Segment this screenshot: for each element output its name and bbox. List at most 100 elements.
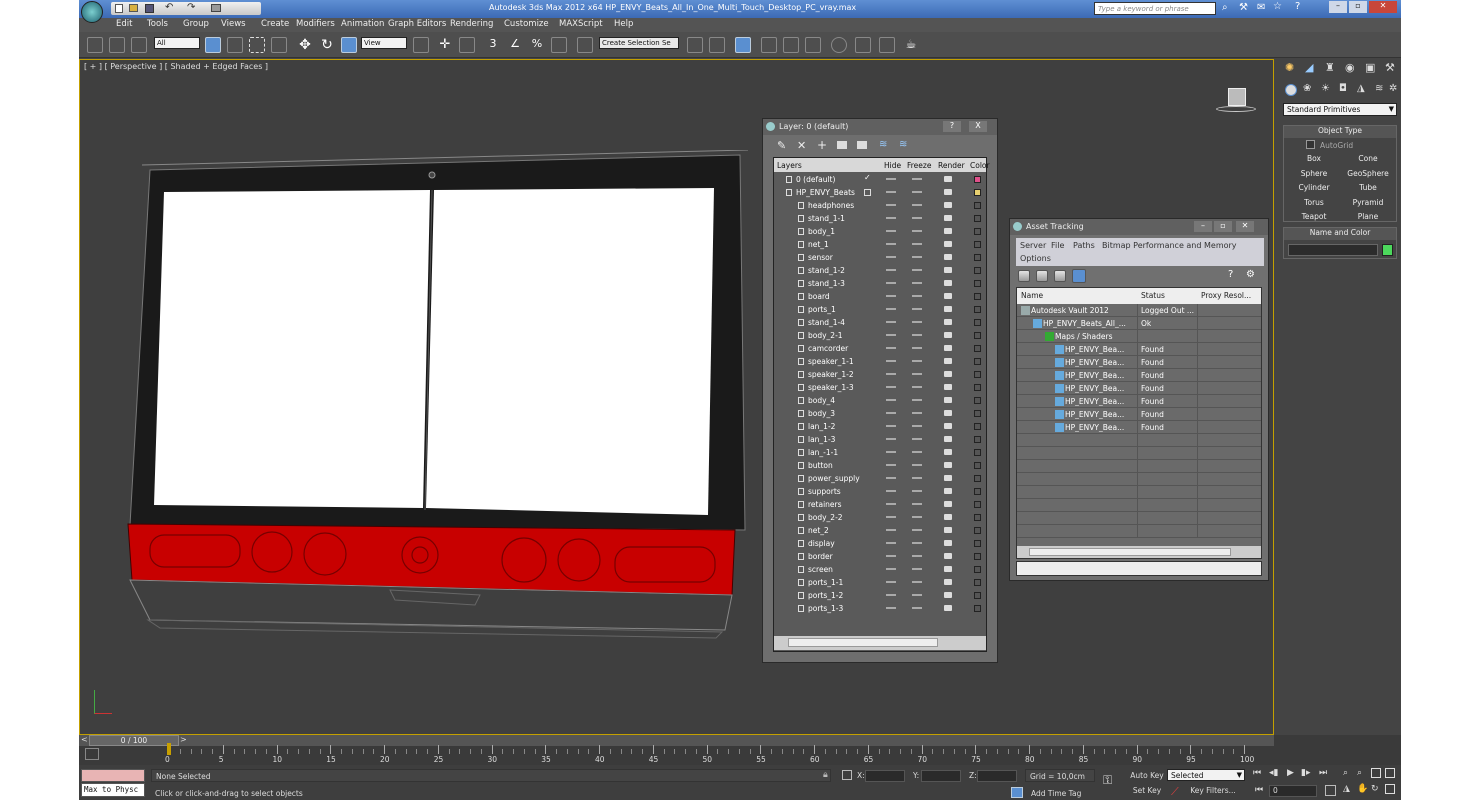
freeze-toggle[interactable] xyxy=(912,334,922,336)
layer-row[interactable]: ports_1-1 xyxy=(774,576,986,589)
set-key-icon[interactable]: ⟋ xyxy=(1171,785,1179,799)
hide-toggle[interactable] xyxy=(886,178,896,180)
hide-toggle[interactable] xyxy=(886,321,896,323)
freeze-toggle[interactable] xyxy=(912,282,922,284)
material-editor-icon[interactable] xyxy=(831,37,847,53)
snaps-toggle-icon[interactable]: 3 xyxy=(485,37,501,53)
render-toggle-icon[interactable] xyxy=(944,462,952,468)
hide-toggle[interactable] xyxy=(886,412,896,414)
freeze-toggle[interactable] xyxy=(912,516,922,518)
layer-row[interactable]: body_3 xyxy=(774,407,986,420)
select-object-icon[interactable] xyxy=(205,37,221,53)
current-frame-field[interactable]: 0 xyxy=(1269,785,1317,797)
asset-row[interactable] xyxy=(1017,499,1261,512)
layer-row[interactable]: border xyxy=(774,550,986,563)
create-plane-button[interactable]: Plane xyxy=(1342,210,1394,223)
freeze-toggle[interactable] xyxy=(912,347,922,349)
restore-button[interactable]: ▫ xyxy=(1349,1,1367,13)
layer-column-header[interactable]: Freeze xyxy=(907,161,931,170)
layer-row[interactable]: supports xyxy=(774,485,986,498)
layer-row[interactable]: 0 (default) ✓ xyxy=(774,173,986,186)
create-geosphere-button[interactable]: GeoSphere xyxy=(1342,167,1394,180)
create-torus-button[interactable]: Torus xyxy=(1288,196,1340,209)
asset-row[interactable]: Autodesk Vault 2012 Logged Out ... xyxy=(1017,304,1261,317)
asset-path-field[interactable] xyxy=(1016,561,1262,576)
close-button[interactable]: ✕ xyxy=(1369,1,1397,13)
communication-icon[interactable]: ✉ xyxy=(1257,2,1265,13)
render-toggle-icon[interactable] xyxy=(944,397,952,403)
select-manipulate-icon[interactable]: ✛ xyxy=(437,37,453,53)
asset-row[interactable]: Maps / Shaders xyxy=(1017,330,1261,343)
render-toggle-icon[interactable] xyxy=(944,514,952,520)
hide-toggle[interactable] xyxy=(886,204,896,206)
layer-color-swatch[interactable] xyxy=(974,306,981,313)
freeze-toggle[interactable] xyxy=(912,191,922,193)
freeze-toggle[interactable] xyxy=(912,581,922,583)
layer-row[interactable]: lan_-1-1 xyxy=(774,446,986,459)
hide-toggle[interactable] xyxy=(886,607,896,609)
unlink-icon[interactable] xyxy=(109,37,125,53)
move-icon[interactable]: ✥ xyxy=(297,37,313,53)
hide-toggle[interactable] xyxy=(886,295,896,297)
layer-color-swatch[interactable] xyxy=(974,410,981,417)
asset-table[interactable]: Name Status Proxy Resol... Autodesk Vault … xyxy=(1016,287,1262,559)
hide-toggle[interactable] xyxy=(886,477,896,479)
hide-toggle[interactable] xyxy=(886,373,896,375)
maximize-viewport-icon[interactable] xyxy=(1385,784,1395,794)
layer-color-swatch[interactable] xyxy=(974,254,981,261)
object-color-swatch[interactable] xyxy=(1382,244,1393,256)
menu-item[interactable]: Modifiers xyxy=(296,19,335,29)
hide-all-icon[interactable]: ≋ xyxy=(879,139,887,150)
x-coordinate-field[interactable] xyxy=(865,770,905,782)
asset-menu-item[interactable]: Server xyxy=(1020,241,1046,250)
layer-row[interactable]: retainers xyxy=(774,498,986,511)
go-to-end-icon[interactable]: ⏭ xyxy=(1319,768,1327,778)
render-toggle-icon[interactable] xyxy=(944,319,952,325)
asset-row[interactable]: HP_ENVY_Bea... Found xyxy=(1017,421,1261,434)
render-toggle-icon[interactable] xyxy=(944,384,952,390)
hide-toggle[interactable] xyxy=(886,217,896,219)
layer-row[interactable]: stand_1-3 xyxy=(774,277,986,290)
render-toggle-icon[interactable] xyxy=(944,202,952,208)
orbit-icon[interactable]: ↻ xyxy=(1371,784,1379,794)
layer-color-swatch[interactable] xyxy=(974,436,981,443)
favorites-icon[interactable]: ☆ xyxy=(1273,1,1282,12)
viewport-label[interactable]: [ + ] [ Perspective ] [ Shaded + Edged F… xyxy=(84,62,268,71)
spinner-snap-icon[interactable] xyxy=(551,37,567,53)
asset-row[interactable] xyxy=(1017,512,1261,525)
render-toggle-icon[interactable] xyxy=(944,189,952,195)
hide-toggle[interactable] xyxy=(886,568,896,570)
select-and-link-icon[interactable] xyxy=(87,37,103,53)
rectangular-selection-icon[interactable] xyxy=(249,37,265,53)
asset-row[interactable] xyxy=(1017,486,1261,499)
utilities-tab-icon[interactable]: ⚒ xyxy=(1385,61,1395,74)
hide-toggle[interactable] xyxy=(886,360,896,362)
create-cone-button[interactable]: Cone xyxy=(1342,152,1394,165)
create-box-button[interactable]: Box xyxy=(1288,152,1340,165)
menu-item[interactable]: Customize xyxy=(504,19,549,29)
autogrid-checkbox[interactable] xyxy=(1306,140,1315,149)
redo-icon[interactable]: ↷ xyxy=(187,2,195,13)
layer-color-swatch[interactable] xyxy=(974,592,981,599)
layer-row[interactable]: HP_ENVY_Beats xyxy=(774,186,986,199)
layer-color-swatch[interactable] xyxy=(974,579,981,586)
menu-item[interactable]: Group xyxy=(183,19,209,29)
graphite-tools-icon[interactable] xyxy=(761,37,777,53)
open-file-icon[interactable] xyxy=(129,4,138,12)
freeze-toggle[interactable] xyxy=(912,451,922,453)
hide-toggle[interactable] xyxy=(886,308,896,310)
viewcube-compass[interactable] xyxy=(1216,106,1256,112)
systems-icon[interactable]: ✲ xyxy=(1389,83,1397,94)
asset-row[interactable] xyxy=(1017,460,1261,473)
layer-column-header[interactable]: Layers xyxy=(777,161,802,170)
angle-snap-icon[interactable]: ∠ xyxy=(507,37,523,53)
freeze-toggle[interactable] xyxy=(912,373,922,375)
viewcube-box[interactable] xyxy=(1228,88,1246,106)
named-selection-dropdown[interactable]: Create Selection Se xyxy=(599,37,679,49)
hide-toggle[interactable] xyxy=(886,347,896,349)
hide-toggle[interactable] xyxy=(886,191,896,193)
asset-column-header[interactable]: Status xyxy=(1141,291,1165,300)
spacewarps-icon[interactable]: ≋ xyxy=(1375,83,1383,94)
menu-item[interactable]: Create xyxy=(261,19,289,29)
y-coordinate-field[interactable] xyxy=(921,770,961,782)
